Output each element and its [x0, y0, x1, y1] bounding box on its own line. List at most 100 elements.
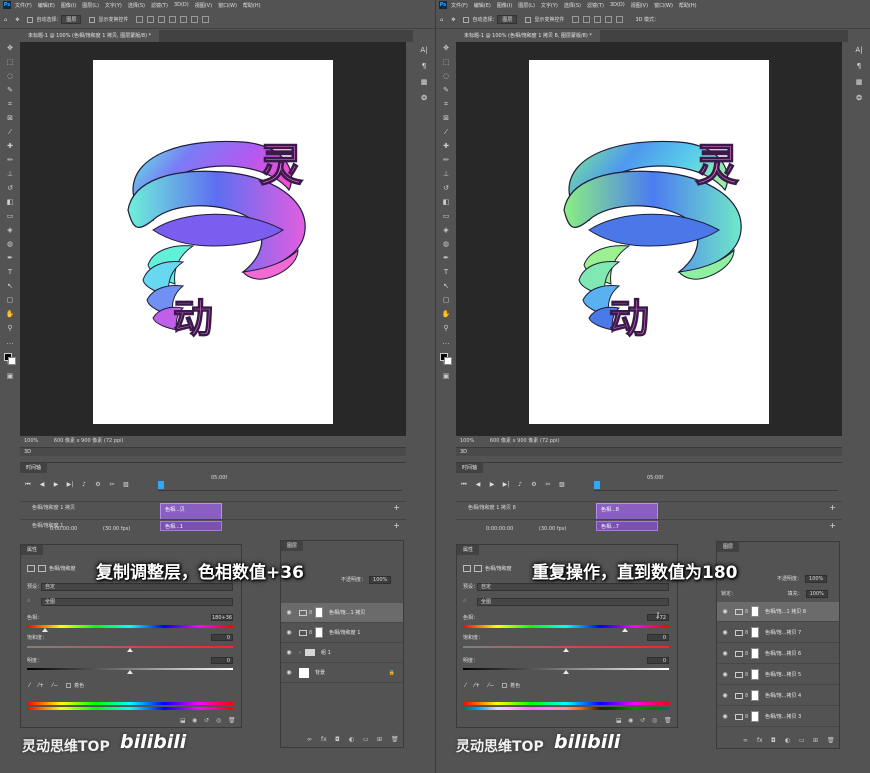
saturation-value-field[interactable]: 0 [647, 634, 669, 641]
paragraph-panel-icon[interactable]: ¶ [854, 61, 864, 71]
menu-item-3d[interactable]: 3D(D) [610, 2, 625, 8]
menu-item-select[interactable]: 选择(S) [128, 2, 145, 9]
layer-name[interactable]: 色相/饱和度 1 [329, 629, 403, 636]
menu-item-type[interactable]: 文字(Y) [105, 2, 122, 9]
history-brush-icon[interactable]: ↺ [5, 183, 15, 193]
opacity-control[interactable]: 不透明度： 100% [777, 575, 828, 583]
distribute-icon[interactable] [202, 16, 210, 23]
home-icon[interactable]: ⌂ [440, 17, 443, 23]
link-icon[interactable]: 8 [309, 630, 313, 636]
visibility-eye-icon[interactable]: ◉ [285, 669, 293, 676]
stamp-tool-icon[interactable]: ⊥ [441, 169, 451, 179]
blur-tool-icon[interactable]: ◈ [5, 225, 15, 235]
eraser-tool-icon[interactable]: ◧ [5, 197, 15, 207]
stamp-tool-icon[interactable]: ⊥ [5, 169, 15, 179]
background-color[interactable] [444, 357, 452, 365]
canvas-area[interactable]: 灵 动 [456, 42, 842, 436]
new-layer-icon[interactable]: ⊞ [813, 737, 821, 745]
layer-mask-thumbnail[interactable] [751, 627, 759, 638]
add-media-icon[interactable]: + [393, 503, 400, 512]
layer-row[interactable]: ◉ 8 色相/饱...拷贝 6 [717, 644, 839, 664]
layer-mask-thumbnail[interactable] [315, 627, 323, 638]
menu-item-select[interactable]: 选择(S) [564, 2, 581, 9]
target-adjust-hand-icon[interactable]: ☝ [463, 598, 466, 604]
link-icon[interactable]: 8 [745, 693, 749, 699]
channel-dropdown[interactable]: 全图 [41, 598, 233, 606]
screen-mode-icon[interactable]: ▣ [5, 371, 15, 381]
show-transform-checkbox[interactable] [89, 16, 96, 23]
hue-slider-thumb[interactable] [42, 628, 48, 632]
layer-mask-thumbnail[interactable] [315, 607, 323, 618]
show-transform-checkbox[interactable] [525, 16, 532, 23]
layer-mask-thumbnail[interactable] [751, 606, 759, 617]
align-bottom-icon[interactable] [616, 16, 624, 23]
link-layers-icon[interactable]: ∞ [307, 736, 315, 744]
mask-icon[interactable] [38, 565, 46, 572]
layer-row[interactable]: ◉ 8 色相/饱...拷贝 4 [717, 686, 839, 706]
layer-name[interactable]: 色相/饱...拷贝 6 [765, 650, 839, 657]
view-previous-icon[interactable]: ◉ [192, 717, 199, 724]
layer-name[interactable]: 色相/饱...拷贝 5 [765, 671, 839, 678]
dodge-tool-icon[interactable]: ◍ [5, 239, 15, 249]
type-tool-icon[interactable]: T [5, 267, 15, 277]
eyedropper-tool-icon[interactable]: ⁄ [5, 127, 15, 137]
lightness-slider-thumb[interactable] [127, 670, 133, 674]
shape-tool-icon[interactable]: ▢ [5, 295, 15, 305]
preset-dropdown[interactable]: 自定 [41, 583, 233, 591]
menu-item-view[interactable]: 视图(V) [631, 2, 648, 9]
healing-tool-icon[interactable]: ✚ [441, 141, 451, 151]
visibility-eye-icon[interactable]: ◉ [285, 649, 293, 656]
move-tool-icon[interactable]: ✥ [5, 43, 15, 53]
preset-dropdown[interactable]: 自定 [477, 583, 669, 591]
next-frame-icon[interactable]: ▶| [502, 481, 510, 489]
split-scissors-icon[interactable]: ✂ [544, 481, 552, 489]
zoom-readout[interactable]: 100% [24, 438, 38, 444]
settings-gear-icon[interactable]: ⚙ [530, 481, 538, 489]
visibility-eye-icon[interactable]: ◉ [721, 713, 729, 720]
trash-icon[interactable]: 🗑 [827, 737, 835, 745]
adjustment-icon[interactable]: ◐ [349, 736, 357, 744]
move-tool-icon[interactable]: ✥ [451, 17, 455, 23]
shape-tool-icon[interactable]: ▢ [441, 295, 451, 305]
menu-item-layer[interactable]: 图层(L) [518, 2, 535, 9]
screen-mode-icon[interactable]: ▣ [441, 371, 451, 381]
trash-icon[interactable]: 🗑 [391, 736, 399, 744]
quick-select-tool-icon[interactable]: ✎ [441, 85, 451, 95]
path-select-tool-icon[interactable]: ↖ [5, 281, 15, 291]
reset-icon[interactable]: ↺ [204, 717, 211, 724]
document-tab[interactable]: 未标题-1 @ 100% (色相/饱和度 1 拷贝 8, 图层蒙版/8) * [456, 30, 600, 42]
prev-frame-icon[interactable]: ◀ [474, 481, 482, 489]
playhead[interactable] [594, 481, 600, 489]
current-time[interactable]: 0:00:00:00 [486, 526, 513, 532]
audio-icon[interactable]: ♪ [80, 481, 88, 489]
path-select-tool-icon[interactable]: ↖ [441, 281, 451, 291]
saturation-slider-thumb[interactable] [563, 648, 569, 652]
document-canvas[interactable]: 灵 动 [529, 60, 769, 424]
dodge-tool-icon[interactable]: ◍ [441, 239, 451, 249]
visibility-eye-icon[interactable]: ◉ [285, 629, 293, 636]
trash-icon[interactable]: 🗑 [664, 717, 672, 724]
layer-row[interactable]: ◉ 8 色相/饱...拷贝 5 [717, 665, 839, 685]
menu-item-help[interactable]: 帮助(H) [679, 2, 697, 9]
visibility-eye-icon[interactable]: ◉ [721, 671, 729, 678]
layer-mask-thumbnail[interactable] [751, 711, 759, 722]
canvas-area[interactable]: 灵 动 [20, 42, 406, 436]
layer-mask-thumbnail[interactable] [751, 690, 759, 701]
first-frame-icon[interactable]: ⏮ [24, 481, 32, 489]
properties-tab[interactable]: 属性 [21, 545, 44, 555]
layer-row[interactable]: ◉ 背景 🔒 [281, 663, 403, 683]
layer-row[interactable]: ◉ 8 色相/饱...拷贝 7 [717, 623, 839, 643]
crop-tool-icon[interactable]: ⌗ [441, 99, 451, 109]
layer-name[interactable]: 组 1 [321, 649, 403, 656]
layer-mask-thumbnail[interactable] [751, 669, 759, 680]
properties-tab[interactable]: 属性 [457, 545, 480, 555]
lasso-tool-icon[interactable]: ◌ [5, 71, 15, 81]
libraries-panel-icon[interactable]: ▦ [854, 77, 864, 87]
align-top-icon[interactable] [169, 16, 177, 23]
layer-name[interactable]: 色相/饱...拷贝 7 [765, 629, 839, 636]
document-tab[interactable]: 未标题-1 @ 100% (色相/饱和度 1 拷贝, 图层蒙版/8) * [20, 30, 160, 42]
new-group-icon[interactable]: ▭ [799, 737, 807, 745]
panel-3d-tab[interactable]: 3D [20, 447, 406, 456]
playhead[interactable] [158, 481, 164, 489]
marquee-tool-icon[interactable]: ⬚ [5, 57, 15, 67]
